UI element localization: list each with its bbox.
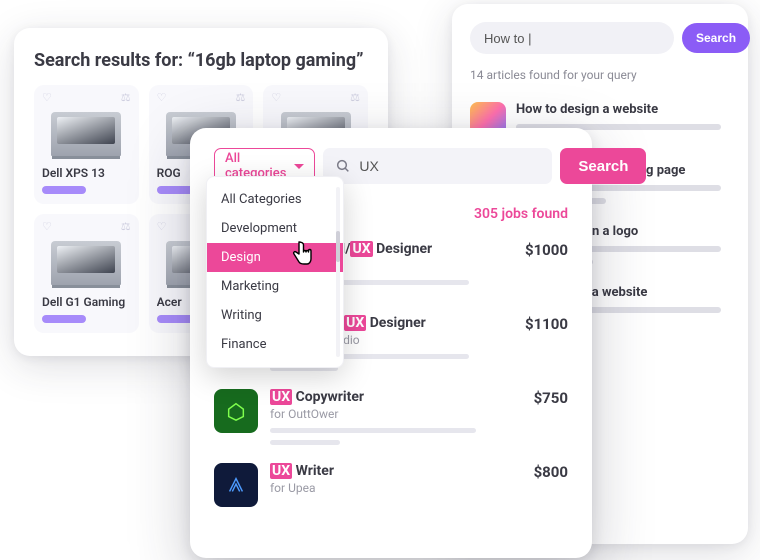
jobs-found-count: 305 jobs found	[474, 206, 568, 222]
search-icon	[335, 158, 351, 174]
dropdown-option-active[interactable]: Design	[207, 243, 343, 272]
job-title: UX Writer	[270, 463, 522, 479]
compare-icon[interactable]: ⚖	[235, 91, 245, 104]
compare-icon[interactable]: ⚖	[121, 91, 131, 104]
product-name: Dell G1 Gaming	[42, 295, 131, 309]
price-pill	[42, 186, 86, 194]
chevron-down-icon	[294, 164, 304, 169]
products-heading: Search results for: “16gb laptop gaming”	[34, 50, 368, 71]
pointer-cursor-icon	[290, 240, 314, 266]
dropdown-option[interactable]: All Categories	[207, 185, 343, 214]
job-item[interactable]: UX Writer for Upea $800	[214, 463, 568, 507]
article-search-input[interactable]	[470, 22, 674, 54]
heart-icon[interactable]: ♡	[42, 220, 52, 233]
jobs-search-input[interactable]	[359, 158, 540, 174]
job-item[interactable]: UX Copywriter for OuttOwer $750	[214, 389, 568, 445]
heart-icon[interactable]: ♡	[157, 91, 167, 104]
dropdown-option[interactable]: Development	[207, 214, 343, 243]
compare-icon[interactable]: ⚖	[121, 220, 131, 233]
dropdown-scrollbar[interactable]	[336, 187, 340, 357]
skeleton-line	[270, 440, 340, 445]
article-search-bar: Search	[470, 22, 730, 54]
product-tile[interactable]: ♡ ⚖ Dell G1 Gaming	[34, 214, 139, 333]
dropdown-option[interactable]: Marketing	[207, 272, 343, 301]
article-title: How to design a website	[516, 102, 730, 117]
jobs-search-field[interactable]	[323, 148, 552, 184]
heart-icon[interactable]: ♡	[271, 91, 281, 104]
job-price: $800	[534, 463, 568, 507]
job-price: $1000	[525, 241, 568, 297]
job-price: $1100	[525, 315, 568, 371]
job-company: for OuttOwer	[270, 407, 522, 421]
compare-icon[interactable]: ⚖	[350, 91, 360, 104]
company-logo	[214, 389, 258, 433]
company-logo	[214, 463, 258, 507]
job-price: $750	[534, 389, 568, 445]
skeleton-line	[270, 428, 476, 433]
dropdown-option[interactable]: Finance	[207, 330, 343, 359]
heart-icon[interactable]: ♡	[42, 91, 52, 104]
category-dropdown[interactable]: All Categories Development Design Market…	[206, 176, 344, 368]
article-results-count: 14 articles found for your query	[470, 68, 730, 82]
job-company: for Upea	[270, 481, 522, 495]
job-title: UX Copywriter	[270, 389, 522, 405]
price-pill	[42, 315, 86, 323]
product-name: Dell XPS 13	[42, 166, 131, 180]
product-tile[interactable]: ♡ ⚖ Dell XPS 13	[34, 85, 139, 204]
laptop-icon	[51, 241, 121, 285]
dropdown-option[interactable]: Writing	[207, 301, 343, 330]
laptop-icon	[51, 112, 121, 156]
heart-icon[interactable]: ♡	[157, 220, 167, 233]
jobs-search-button[interactable]: Search	[560, 148, 646, 184]
article-search-button[interactable]: Search	[682, 23, 750, 53]
